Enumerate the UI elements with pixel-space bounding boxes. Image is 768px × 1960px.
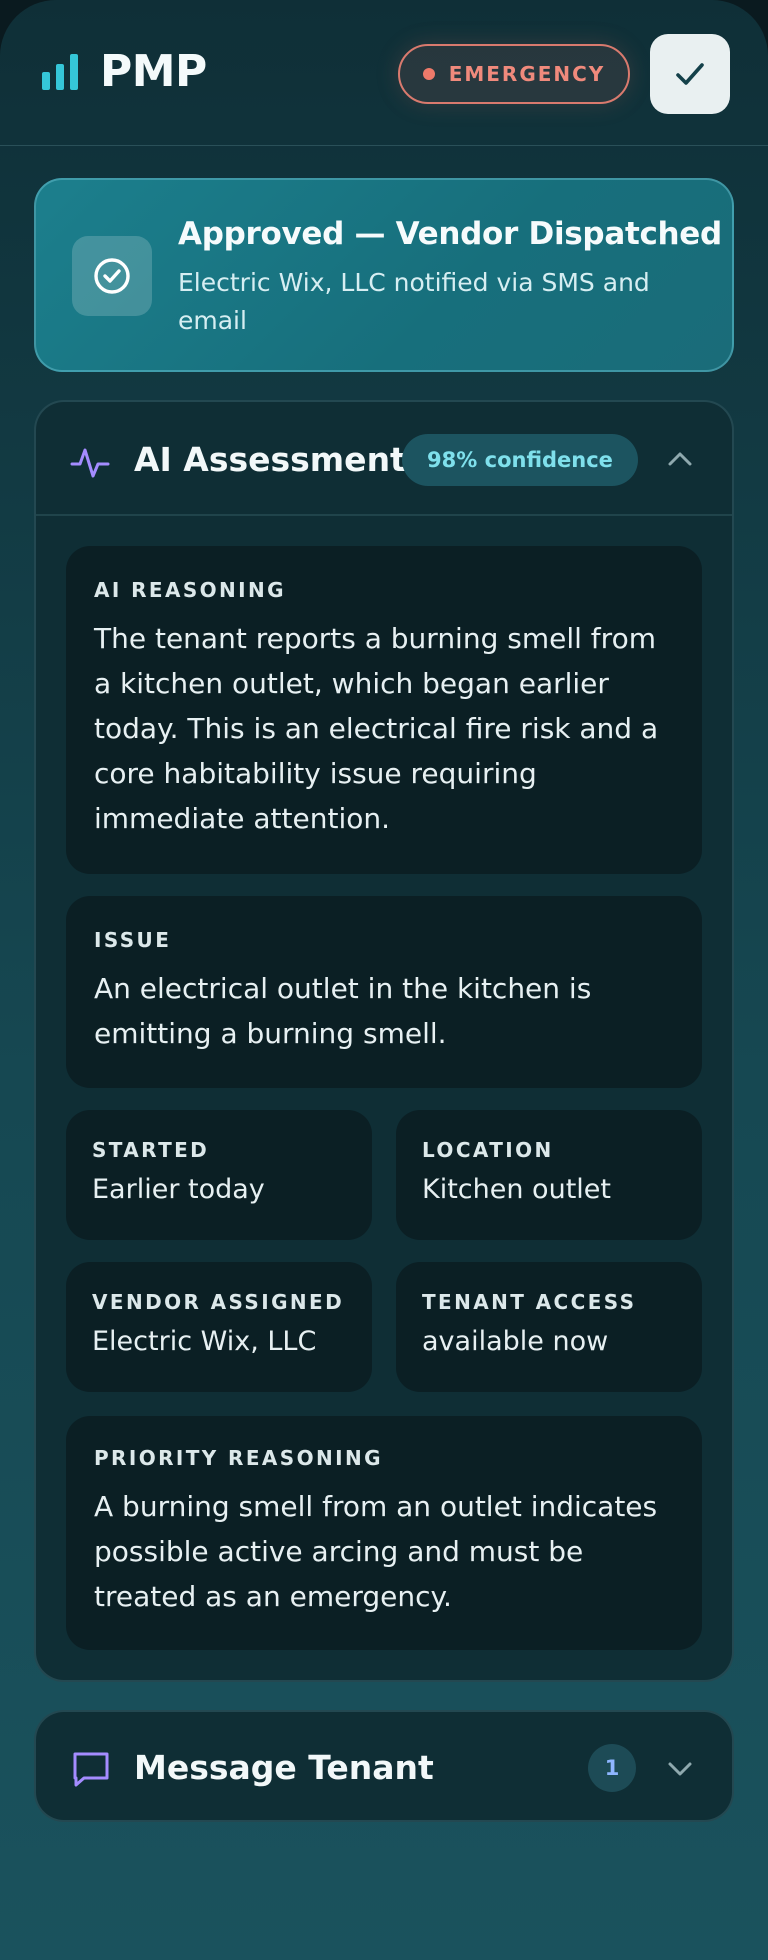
approved-banner: Approved — Vendor Dispatched Electric Wi… bbox=[34, 178, 734, 372]
issue-label: ISSUE bbox=[94, 928, 172, 952]
priority-reasoning-label: PRIORITY REASONING bbox=[94, 1446, 383, 1470]
location-card: LOCATION Kitchen outlet bbox=[396, 1110, 702, 1240]
location-value: Kitchen outlet bbox=[422, 1174, 611, 1205]
confirm-button[interactable] bbox=[650, 34, 730, 114]
tenant-access-label: TENANT ACCESS bbox=[422, 1290, 637, 1314]
started-card: STARTED Earlier today bbox=[66, 1110, 372, 1240]
approved-title: Approved — Vendor Dispatched bbox=[178, 216, 722, 252]
issue-text: An electrical outlet in the kitchen is e… bbox=[94, 972, 592, 1050]
confidence-badge: 98% confidence bbox=[402, 434, 638, 486]
ai-assessment-panel: AI Assessment 98% confidence AI REASONIN… bbox=[34, 400, 734, 1682]
location-label: LOCATION bbox=[422, 1138, 554, 1162]
tenant-access-card: TENANT ACCESS available now bbox=[396, 1262, 702, 1392]
approved-subtitle: Electric Wix, LLC notified via SMS and e… bbox=[178, 268, 650, 335]
ai-reasoning-text: The tenant reports a burning smell from … bbox=[94, 622, 659, 835]
ai-reasoning-card: AI REASONING The tenant reports a burnin… bbox=[66, 546, 702, 874]
ai-reasoning-label: AI REASONING bbox=[94, 578, 286, 602]
message-tenant-panel[interactable]: Message Tenant 1 bbox=[34, 1710, 734, 1822]
priority-reasoning-card: PRIORITY REASONING A burning smell from … bbox=[66, 1416, 702, 1650]
ai-assessment-title: AI Assessment bbox=[134, 440, 406, 479]
status-dot-icon bbox=[422, 68, 435, 80]
started-label: STARTED bbox=[92, 1138, 210, 1162]
app-header: PMP EMERGENCY bbox=[0, 0, 768, 146]
ai-assessment-header[interactable]: AI Assessment 98% confidence bbox=[36, 402, 732, 516]
message-count-badge: 1 bbox=[588, 1744, 636, 1792]
tenant-access-value: available now bbox=[422, 1326, 609, 1357]
chevron-down-icon[interactable] bbox=[664, 1752, 696, 1784]
bar-chart-logo-icon bbox=[42, 54, 78, 90]
app-name: PMP bbox=[100, 46, 207, 97]
issue-card: ISSUE An electrical outlet in the kitche… bbox=[66, 896, 702, 1088]
priority-reasoning-text: A burning smell from an outlet indicates… bbox=[94, 1490, 658, 1613]
check-circle-icon bbox=[72, 236, 152, 316]
message-tenant-title: Message Tenant bbox=[134, 1748, 434, 1787]
app-screen: PMP EMERGENCY Approved — Vendor Dispatch… bbox=[0, 0, 768, 1960]
vendor-card: VENDOR ASSIGNED Electric Wix, LLC bbox=[66, 1262, 372, 1392]
vendor-value: Electric Wix, LLC bbox=[92, 1326, 317, 1357]
emergency-badge: EMERGENCY bbox=[398, 44, 630, 104]
chat-bubble-icon bbox=[73, 1752, 109, 1787]
pulse-icon bbox=[70, 448, 110, 478]
checkmark-icon bbox=[676, 63, 704, 85]
vendor-label: VENDOR ASSIGNED bbox=[92, 1290, 345, 1314]
chevron-up-icon[interactable] bbox=[664, 444, 696, 476]
started-value: Earlier today bbox=[92, 1174, 265, 1205]
emergency-label: EMERGENCY bbox=[448, 62, 606, 86]
